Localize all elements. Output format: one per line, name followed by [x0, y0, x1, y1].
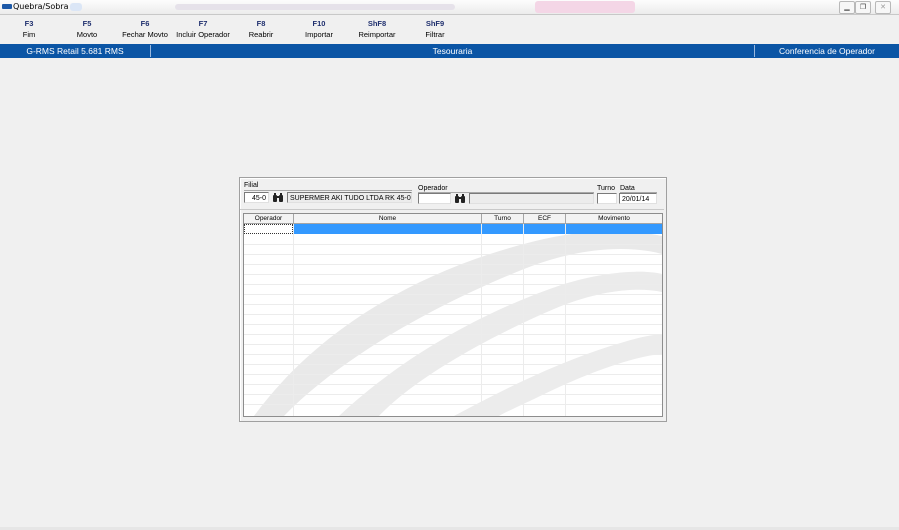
data-label: Data	[620, 185, 635, 192]
row-line	[244, 304, 662, 305]
row-line	[244, 244, 662, 245]
data-input[interactable]: 20/01/14	[619, 193, 657, 204]
column-divider	[523, 224, 524, 416]
column-header-ecf[interactable]: ECF	[524, 214, 566, 223]
column-header-movimento[interactable]: Movimento	[566, 214, 662, 223]
module-name: Tesouraria	[432, 46, 473, 56]
separator	[240, 209, 664, 210]
row-line	[244, 324, 662, 325]
column-divider	[565, 224, 566, 416]
selected-row[interactable]	[244, 224, 662, 234]
row-line	[244, 254, 662, 255]
function-key-toolbar: F3 Fim F5 Movto F6 Fechar Movto F7 Inclu…	[0, 16, 899, 42]
operador-name-field	[469, 193, 594, 204]
separator	[244, 190, 412, 191]
column-divider	[481, 224, 482, 416]
close-button[interactable]: ✕	[875, 1, 891, 14]
filial-label: Filial	[244, 182, 259, 189]
row-line	[244, 394, 662, 395]
row-line	[244, 314, 662, 315]
blurred-titlebar-area	[535, 1, 635, 13]
status-bar: G-RMS Retail 5.681 RMS Tesouraria Confer…	[0, 44, 899, 58]
row-line	[244, 374, 662, 375]
blurred-titlebar-area	[70, 3, 82, 11]
app-icon	[2, 4, 12, 9]
minimize-button[interactable]: ▁	[839, 1, 855, 14]
row-line	[244, 384, 662, 385]
column-header-nome[interactable]: Nome	[294, 214, 482, 223]
row-line	[244, 344, 662, 345]
binoculars-icon[interactable]	[272, 192, 284, 203]
row-line	[244, 284, 662, 285]
filial-name-field: SUPERMER AKI TUDO LTDA RK 45-0	[287, 192, 412, 203]
row-line	[244, 294, 662, 295]
grid-header: Operador Nome Turno ECF Movimento	[244, 214, 662, 224]
row-line	[244, 334, 662, 335]
row-line	[244, 264, 662, 265]
key-label: ShF9	[425, 19, 445, 28]
button-label: Filtrar	[425, 30, 445, 39]
focused-cell[interactable]	[244, 224, 293, 234]
operador-label: Operador	[418, 185, 448, 192]
row-line	[244, 404, 662, 405]
turno-label: Turno	[597, 185, 616, 192]
column-divider	[293, 224, 294, 416]
shf9-filtrar-button[interactable]: ShF9 Filtrar	[400, 19, 470, 41]
row-line	[244, 274, 662, 275]
screen-name: Conferencia de Operador	[779, 46, 875, 56]
row-line	[244, 354, 662, 355]
filial-input[interactable]: 45-0	[244, 192, 269, 203]
window-title: Quebra/Sobra	[13, 2, 69, 11]
column-header-operador[interactable]: Operador	[244, 214, 294, 223]
row-line	[244, 364, 662, 365]
binoculars-icon[interactable]	[454, 193, 466, 204]
window-title-bar: Quebra/Sobra ▁ ❐ ✕	[0, 0, 899, 15]
operator-grid[interactable]: Operador Nome Turno ECF Movimento	[243, 213, 663, 417]
app-version: G-RMS Retail 5.681 RMS	[26, 46, 124, 56]
restore-button[interactable]: ❐	[855, 1, 871, 14]
column-header-turno[interactable]: Turno	[482, 214, 524, 223]
blurred-titlebar-area	[175, 4, 455, 10]
operador-input[interactable]	[418, 193, 451, 204]
turno-input[interactable]	[597, 193, 617, 204]
